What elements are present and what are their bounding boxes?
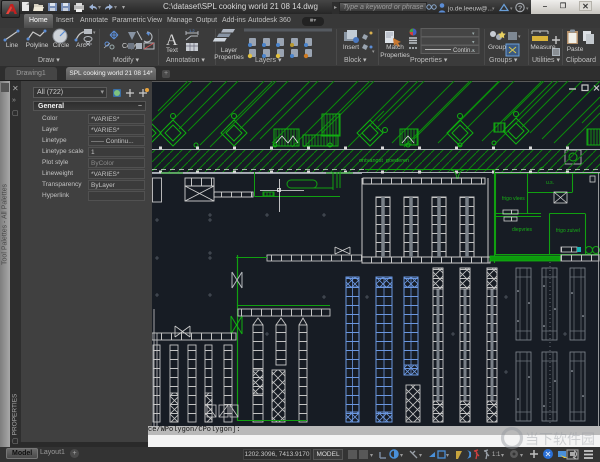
svg-text:frigo vlees: frigo vlees bbox=[502, 196, 525, 202]
svg-text:frigo zuivel: frigo zuivel bbox=[556, 228, 580, 234]
svg-text:▾: ▾ bbox=[372, 49, 375, 55]
svg-text:▾: ▾ bbox=[526, 6, 529, 12]
svg-text:jo.de.leeuw@...: jo.de.leeuw@... bbox=[447, 6, 493, 13]
svg-text:1:1: 1:1 bbox=[492, 452, 501, 458]
svg-text:当下软件园: 当下软件园 bbox=[525, 431, 595, 447]
svg-text:▾: ▾ bbox=[400, 453, 403, 459]
svg-text:▾: ▾ bbox=[370, 453, 373, 459]
svg-text:▾: ▾ bbox=[93, 30, 96, 36]
svg-text:▾: ▾ bbox=[98, 5, 101, 11]
svg-text:▾: ▾ bbox=[518, 34, 521, 40]
svg-text:▾: ▾ bbox=[510, 6, 513, 12]
svg-text:▾: ▾ bbox=[446, 453, 449, 459]
svg-text:1.2: 1.2 bbox=[189, 28, 195, 33]
svg-text:▾: ▾ bbox=[501, 453, 504, 459]
svg-text:Contin...: Contin... bbox=[453, 48, 476, 54]
svg-text:▾: ▾ bbox=[114, 5, 117, 11]
svg-text:▾: ▾ bbox=[122, 5, 125, 11]
svg-text:?: ? bbox=[518, 6, 522, 13]
svg-text:▾: ▾ bbox=[419, 453, 422, 459]
svg-text:ontvangst goederen: ontvangst goederen bbox=[359, 158, 409, 164]
svg-text:▾: ▾ bbox=[520, 453, 523, 459]
svg-text:diepvries: diepvries bbox=[512, 227, 533, 233]
svg-text:▾: ▾ bbox=[492, 6, 495, 12]
svg-text:u.s.: u.s. bbox=[546, 180, 554, 186]
